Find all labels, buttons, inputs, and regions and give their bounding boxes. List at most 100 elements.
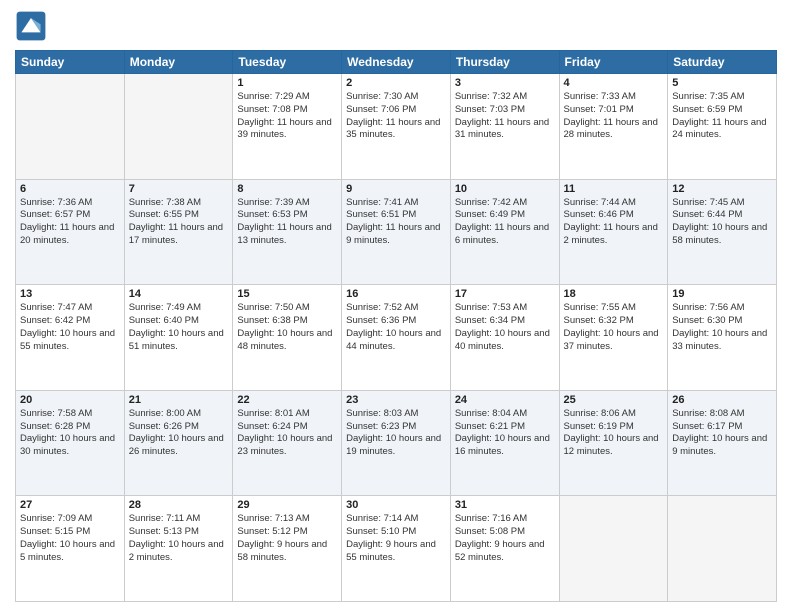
calendar-cell: 15Sunrise: 7:50 AMSunset: 6:38 PMDayligh… — [233, 285, 342, 391]
day-info: Sunrise: 7:44 AMSunset: 6:46 PMDaylight:… — [564, 197, 664, 248]
sunset: Sunset: 6:55 PM — [129, 209, 199, 220]
sunset: Sunset: 6:28 PM — [20, 421, 90, 432]
day-number: 25 — [564, 394, 664, 406]
day-info: Sunrise: 8:04 AMSunset: 6:21 PMDaylight:… — [455, 408, 555, 459]
sunrise: Sunrise: 7:47 AM — [20, 302, 92, 313]
calendar-cell: 21Sunrise: 8:00 AMSunset: 6:26 PMDayligh… — [124, 390, 233, 496]
day-info: Sunrise: 8:06 AMSunset: 6:19 PMDaylight:… — [564, 408, 664, 459]
sunset: Sunset: 6:57 PM — [20, 209, 90, 220]
day-info: Sunrise: 7:13 AMSunset: 5:12 PMDaylight:… — [237, 513, 337, 564]
day-info: Sunrise: 7:16 AMSunset: 5:08 PMDaylight:… — [455, 513, 555, 564]
calendar-cell: 1Sunrise: 7:29 AMSunset: 7:08 PMDaylight… — [233, 74, 342, 180]
day-info: Sunrise: 7:38 AMSunset: 6:55 PMDaylight:… — [129, 197, 229, 248]
day-number: 16 — [346, 288, 446, 300]
sunrise: Sunrise: 8:03 AM — [346, 408, 418, 419]
day-number: 10 — [455, 183, 555, 195]
calendar-cell: 10 Sunrise: 7:42 AMSunset: 6:49 PM Dayligh… — [450, 179, 559, 285]
weekday-wednesday: Wednesday — [342, 51, 451, 74]
daylight: Daylight: 10 hours and 12 minutes. — [564, 433, 659, 457]
sunrise: Sunrise: 8:08 AM — [672, 408, 744, 419]
calendar-cell: 20 Sunrise: 7:58 AMSunset: 6:28 PMDayligh… — [16, 390, 125, 496]
daylight: Daylight: 10 hours and 16 minutes. — [455, 433, 550, 457]
sunset: Sunset: 6:17 PM — [672, 421, 742, 432]
sunset: Sunset: 6:38 PM — [237, 315, 307, 326]
daylight: Daylight: 11 hours and 31 minutes. — [455, 117, 549, 141]
sunrise: Sunrise: 7:36 AM — [20, 197, 92, 208]
daylight: Daylight: 10 hours and 58 minutes. — [672, 222, 767, 246]
day-info: Sunrise: 7:45 AMSunset: 6:44 PM Daylight:… — [672, 197, 772, 248]
daylight: Daylight: 10 hours and 5 minutes. — [20, 539, 115, 563]
sunset: Sunset: 6:23 PM — [346, 421, 416, 432]
daylight: Daylight: 11 hours and 24 minutes. — [672, 117, 766, 141]
week-row-4: 20 Sunrise: 7:58 AMSunset: 6:28 PMDayligh… — [16, 390, 777, 496]
calendar-cell: 14Sunrise: 7:49 AMSunset: 6:40 PMDayligh… — [124, 285, 233, 391]
sunset: Sunset: 6:42 PM — [20, 315, 90, 326]
calendar-cell: 9Sunrise: 7:41 AMSunset: 6:51 PMDaylight… — [342, 179, 451, 285]
sunset: Sunset: 6:44 PM — [672, 209, 742, 220]
sunset: Sunset: 6:30 PM — [672, 315, 742, 326]
day-info: Sunrise: 7:35 AMSunset: 6:59 PMDaylight:… — [672, 91, 772, 142]
daylight: Daylight: 11 hours and 6 minutes. — [455, 222, 549, 246]
day-info: Sunrise: 7:41 AMSunset: 6:51 PM Daylight:… — [346, 197, 446, 248]
sunrise: Sunrise: 7:53 AM — [455, 302, 527, 313]
calendar-cell: 19Sunrise: 7:56 AMSunset: 6:30 PMDayligh… — [668, 285, 777, 391]
calendar-cell: 28Sunrise: 7:11 AMSunset: 5:13 PMDayligh… — [124, 496, 233, 602]
daylight: Daylight: 11 hours and 9 minutes. — [346, 222, 440, 246]
daylight: Daylight: 10 hours and 48 minutes. — [237, 328, 332, 352]
daylight: Daylight: 11 hours and 28 minutes. — [564, 117, 658, 141]
day-number: 20 — [20, 394, 120, 406]
calendar-cell — [124, 74, 233, 180]
sunset: Sunset: 7:01 PM — [564, 104, 634, 115]
sunrise: Sunrise: 8:06 AM — [564, 408, 636, 419]
day-info: Sunrise: 7:14 AMSunset: 5:10 PMDaylight:… — [346, 513, 446, 564]
sunrise: Sunrise: 7:39 AM — [237, 197, 309, 208]
daylight: Daylight: 10 hours and 44 minutes. — [346, 328, 441, 352]
day-info: Sunrise: 7:56 AMSunset: 6:30 PMDaylight:… — [672, 302, 772, 353]
day-number: 11 — [564, 183, 664, 195]
calendar-cell: 4Sunrise: 7:33 AMSunset: 7:01 PMDaylight… — [559, 74, 668, 180]
daylight: Daylight: 10 hours and 37 minutes. — [564, 328, 659, 352]
sunset: Sunset: 6:51 PM — [346, 209, 416, 220]
sunrise: Sunrise: 7:11 AM — [129, 513, 201, 524]
week-row-2: 6Sunrise: 7:36 AMSunset: 6:57 PMDaylight… — [16, 179, 777, 285]
day-info: Sunrise: 7:58 AMSunset: 6:28 PMDaylight:… — [20, 408, 120, 459]
sunset: Sunset: 7:08 PM — [237, 104, 307, 115]
day-number: 26 — [672, 394, 772, 406]
day-number: 23 — [346, 394, 446, 406]
daylight: Daylight: 11 hours and 20 minutes. — [20, 222, 114, 246]
weekday-sunday: Sunday — [16, 51, 125, 74]
day-number: 31 — [455, 499, 555, 511]
sunrise: Sunrise: 7:45 AM — [672, 197, 744, 208]
calendar-cell: 24Sunrise: 8:04 AMSunset: 6:21 PMDayligh… — [450, 390, 559, 496]
day-number: 22 — [237, 394, 337, 406]
logo — [15, 10, 51, 42]
sunrise: Sunrise: 7:42 AM — [455, 197, 527, 208]
calendar-cell: 18Sunrise: 7:55 AMSunset: 6:32 PMDayligh… — [559, 285, 668, 391]
day-info: Sunrise: 7:29 AMSunset: 7:08 PMDaylight:… — [237, 91, 337, 142]
sunset: Sunset: 6:46 PM — [564, 209, 634, 220]
calendar-cell: 22 Sunrise: 8:01 AMSunset: 6:24 PMDayligh… — [233, 390, 342, 496]
sunrise: Sunrise: 7:38 AM — [129, 197, 201, 208]
day-info: Sunrise: 8:01 AMSunset: 6:24 PMDaylight:… — [237, 408, 337, 459]
day-info: Sunrise: 7:36 AMSunset: 6:57 PM Daylight:… — [20, 197, 120, 248]
day-number: 8 — [237, 183, 337, 195]
sunrise: Sunrise: 7:29 AM — [237, 91, 309, 102]
sunset: Sunset: 6:26 PM — [129, 421, 199, 432]
day-info: Sunrise: 7:47 AMSunset: 6:42 PMDaylight:… — [20, 302, 120, 353]
daylight: Daylight: 10 hours and 19 minutes. — [346, 433, 441, 457]
sunrise: Sunrise: 7:41 AM — [346, 197, 418, 208]
day-number: 21 — [129, 394, 229, 406]
sunrise: Sunrise: 7:55 AM — [564, 302, 636, 313]
day-number: 12 — [672, 183, 772, 195]
daylight: Daylight: 10 hours and 40 minutes. — [455, 328, 550, 352]
day-number: 3 — [455, 77, 555, 89]
day-number: 15 — [237, 288, 337, 300]
sunrise: Sunrise: 7:16 AM — [455, 513, 527, 524]
weekday-monday: Monday — [124, 51, 233, 74]
sunrise: Sunrise: 7:13 AM — [237, 513, 309, 524]
weekday-header-row: SundayMondayTuesdayWednesdayThursdayFrid… — [16, 51, 777, 74]
day-number: 4 — [564, 77, 664, 89]
sunset: Sunset: 6:49 PM — [455, 209, 525, 220]
sunrise: Sunrise: 7:14 AM — [346, 513, 418, 524]
day-number: 30 — [346, 499, 446, 511]
